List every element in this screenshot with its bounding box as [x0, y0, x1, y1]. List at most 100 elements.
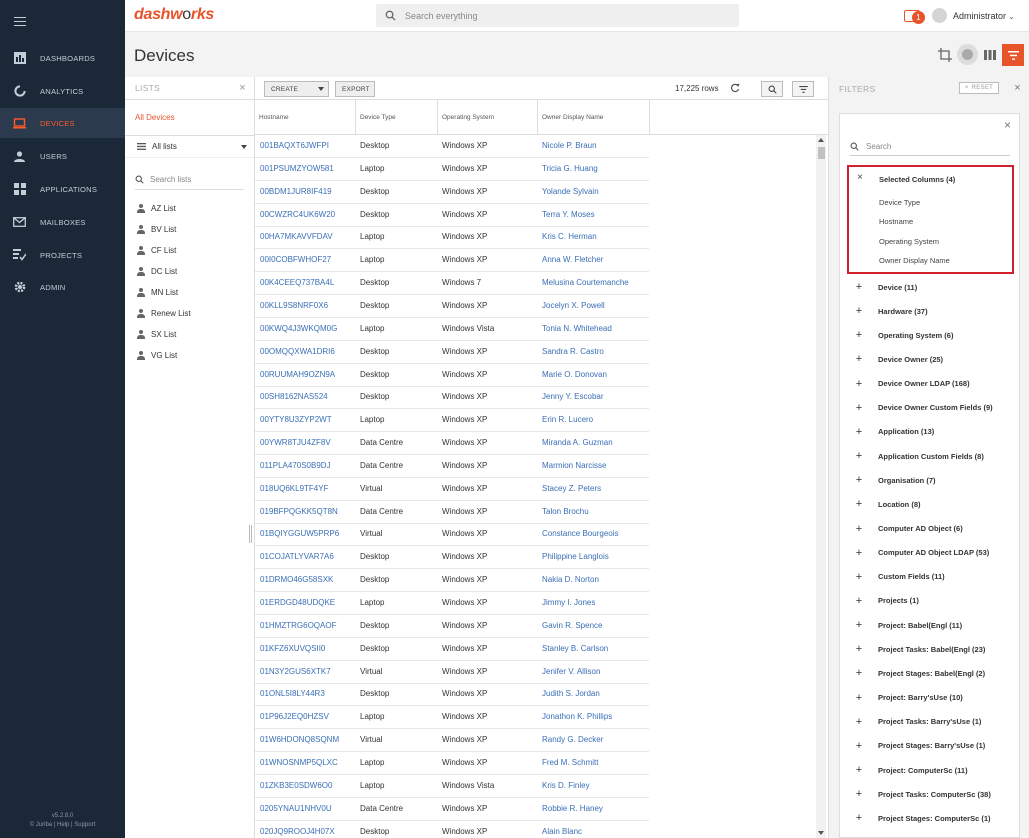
plus-icon[interactable]: +: [855, 426, 863, 438]
cell-owner-display-name[interactable]: Sandra R. Castro: [542, 347, 604, 356]
close-icon[interactable]: ×: [1004, 118, 1011, 132]
nav-item-analytics[interactable]: ANALYTICS: [0, 76, 125, 106]
cell-owner-display-name[interactable]: Philippine Langlois: [542, 552, 609, 561]
table-row[interactable]: 01COJATLYVAR7A6 Desktop Windows XP Philippi…: [255, 546, 649, 570]
close-icon[interactable]: ×: [239, 82, 246, 94]
cell-owner-display-name[interactable]: Nakia D. Norton: [542, 575, 599, 584]
cell-owner-display-name[interactable]: Stanley B. Carlson: [542, 644, 608, 653]
table-row[interactable]: 00YTY8U3ZYP2WT Laptop Windows XP Erin R. Lu…: [255, 409, 649, 433]
filter-category[interactable]: + Project Tasks: Babel(Engl (23): [840, 637, 1019, 661]
filter-category[interactable]: + Device Owner (25): [840, 347, 1019, 371]
plus-icon[interactable]: +: [855, 788, 863, 800]
table-row[interactable]: 01W6HDONQ8SQNM Virtual Windows XP Randy G. …: [255, 729, 649, 753]
list-item[interactable]: MN List: [125, 282, 254, 303]
filter-category[interactable]: + Project Stages: Barry'sUse (1): [840, 734, 1019, 758]
table-row[interactable]: 00HA7MKAVVFDAV Laptop Windows XP Kris C. He…: [255, 226, 649, 250]
plus-icon[interactable]: +: [855, 402, 863, 414]
cell-hostname[interactable]: 00BDM1JUR8IF419: [260, 187, 332, 196]
plus-icon[interactable]: +: [855, 450, 863, 462]
filter-category[interactable]: + Project: ComputerSc (11): [840, 758, 1019, 782]
avatar[interactable]: [932, 8, 947, 23]
table-row[interactable]: 020JQ9ROOJ4H07X Desktop Windows XP Alain Bl…: [255, 821, 649, 838]
cell-owner-display-name[interactable]: Stacey Z. Peters: [542, 484, 601, 493]
nav-item-devices[interactable]: DEVICES: [0, 108, 125, 138]
filter-category[interactable]: + Device (11): [840, 275, 1019, 299]
nav-item-projects[interactable]: PROJECTS: [0, 240, 125, 270]
cell-owner-display-name[interactable]: Robbie R. Haney: [542, 804, 603, 813]
table-row[interactable]: 00KWQ4J3WKQM0G Laptop Windows Vista Tonia N…: [255, 318, 649, 341]
plus-icon[interactable]: +: [855, 812, 863, 824]
cell-hostname[interactable]: 001BAQXT6JWFPI: [260, 141, 329, 150]
list-item[interactable]: CF List: [125, 240, 254, 261]
scroll-down-icon[interactable]: [818, 831, 824, 835]
cell-hostname[interactable]: 01KFZ6XUVQSII0: [260, 644, 325, 653]
selected-column-item[interactable]: Hostname: [879, 217, 913, 226]
dashworks-logo[interactable]: dashworks: [134, 6, 214, 24]
filter-category[interactable]: + Computer AD Object LDAP (53): [840, 541, 1019, 565]
filters-search-field[interactable]: Search: [850, 138, 1010, 156]
close-icon[interactable]: ×: [1014, 82, 1021, 94]
table-row[interactable]: 00OMQQXWA1DRI6 Desktop Windows XP Sandra R.…: [255, 341, 649, 364]
grid-search-button[interactable]: [761, 81, 783, 97]
filter-category[interactable]: + Project Tasks: ComputerSc (38): [840, 782, 1019, 806]
list-item[interactable]: Renew List: [125, 303, 254, 324]
plus-icon[interactable]: +: [855, 764, 863, 776]
table-row[interactable]: 00K4CEEQ737BA4L Desktop Windows 7 Melusina …: [255, 272, 649, 296]
cell-hostname[interactable]: 01N3Y2GUS6XTK7: [260, 667, 331, 676]
reset-button[interactable]: × RESET: [959, 82, 999, 94]
crop-icon[interactable]: [934, 44, 955, 65]
plus-icon[interactable]: +: [855, 523, 863, 535]
nav-item-admin[interactable]: ADMIN: [0, 272, 125, 302]
filter-category[interactable]: + Organisation (7): [840, 468, 1019, 492]
cell-owner-display-name[interactable]: Jocelyn X. Powell: [542, 301, 605, 310]
cell-hostname[interactable]: 01W6HDONQ8SQNM: [260, 735, 339, 744]
table-row[interactable]: 001PSUMZYOW581 Laptop Windows XP Tricia G. …: [255, 158, 649, 181]
cell-owner-display-name[interactable]: Jonathon K. Phillips: [542, 712, 612, 721]
cell-owner-display-name[interactable]: Nicole P. Braun: [542, 141, 597, 150]
cell-hostname[interactable]: 01COJATLYVAR7A6: [260, 552, 334, 561]
cell-hostname[interactable]: 00I0COBFWHOF27: [260, 255, 331, 264]
selected-column-item[interactable]: Device Type: [879, 198, 920, 207]
cell-owner-display-name[interactable]: Marmion Narcisse: [542, 461, 606, 470]
footer-links[interactable]: © Juriba | Help | Support: [0, 821, 125, 830]
table-row[interactable]: 01ZKB3E0SDW6O0 Laptop Windows Vista Kris D.…: [255, 775, 649, 798]
cell-hostname[interactable]: 00K4CEEQ737BA4L: [260, 278, 334, 287]
cell-hostname[interactable]: 00HA7MKAVVFDAV: [260, 232, 333, 241]
cell-hostname[interactable]: 00YTY8U3ZYP2WT: [260, 415, 332, 424]
list-item[interactable]: BV List: [125, 219, 254, 240]
filter-category[interactable]: + Device Owner LDAP (168): [840, 372, 1019, 396]
plus-icon[interactable]: +: [855, 281, 863, 293]
plus-icon[interactable]: +: [855, 353, 863, 365]
plus-icon[interactable]: +: [855, 474, 863, 486]
cell-owner-display-name[interactable]: Kris D. Finley: [542, 781, 590, 790]
table-row[interactable]: 011PLA470S0B9DJ Data Centre Windows XP Marm…: [255, 455, 649, 478]
cell-owner-display-name[interactable]: Tricia G. Huang: [542, 164, 598, 173]
cell-owner-display-name[interactable]: Constance Bourgeois: [542, 529, 619, 538]
selected-column-item[interactable]: Operating System: [879, 237, 939, 246]
column-header-device-type[interactable]: Device Type: [356, 100, 438, 135]
filter-category[interactable]: + Location (8): [840, 492, 1019, 516]
plus-icon[interactable]: +: [855, 498, 863, 510]
plus-icon[interactable]: +: [855, 305, 863, 317]
table-row[interactable]: 001BAQXT6JWFPI Desktop Windows XP Nicole P.…: [255, 135, 649, 158]
table-row[interactable]: 01DRMO46G58SXK Desktop Windows XP Nakia D. …: [255, 569, 649, 593]
cell-owner-display-name[interactable]: Marie O. Donovan: [542, 370, 607, 379]
plus-icon[interactable]: +: [855, 595, 863, 607]
filter-category[interactable]: + Application (13): [840, 420, 1019, 444]
info-icon[interactable]: [957, 44, 978, 65]
nav-item-mailboxes[interactable]: MAILBOXES: [0, 207, 125, 237]
cell-owner-display-name[interactable]: Miranda A. Guzman: [542, 438, 613, 447]
cell-hostname[interactable]: 01BQIYGGUW5PRP6: [260, 529, 339, 538]
cell-owner-display-name[interactable]: Alain Blanc: [542, 827, 582, 836]
cell-owner-display-name[interactable]: Erin R. Lucero: [542, 415, 593, 424]
table-row[interactable]: 01P96J2EQ0HZSV Laptop Windows XP Jonathon K…: [255, 706, 649, 730]
cell-owner-display-name[interactable]: Yolande Sylvain: [542, 187, 599, 196]
cell-hostname[interactable]: 00RUUMAH9OZN9A: [260, 370, 335, 379]
table-row[interactable]: 00KLL9S8NRF0X6 Desktop Windows XP Jocelyn X…: [255, 295, 649, 318]
filter-toggle-button[interactable]: [1002, 44, 1024, 66]
plus-icon[interactable]: +: [855, 740, 863, 752]
cell-hostname[interactable]: 00KWQ4J3WKQM0G: [260, 324, 337, 333]
list-item[interactable]: AZ List: [125, 198, 254, 219]
cell-hostname[interactable]: 01ZKB3E0SDW6O0: [260, 781, 332, 790]
cell-hostname[interactable]: 019BFPQGKK5QT8N: [260, 507, 338, 516]
